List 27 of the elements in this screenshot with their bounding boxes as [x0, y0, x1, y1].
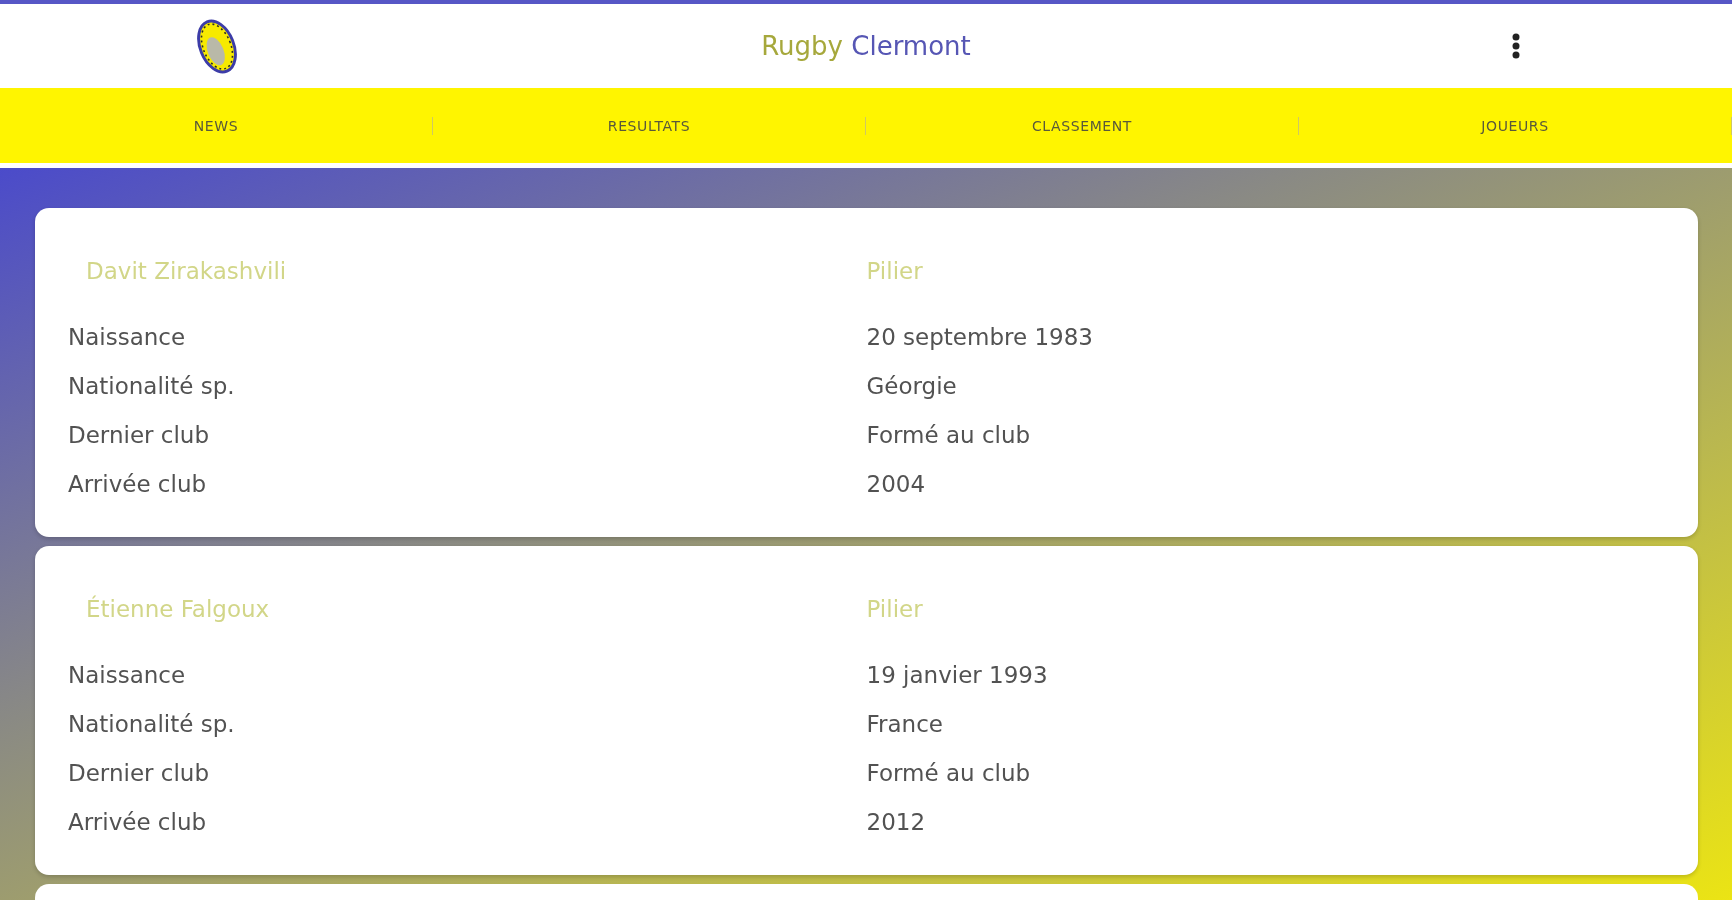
detail-label: Nationalité sp.: [68, 711, 235, 737]
nav-tab[interactable]: JOUEURS: [1299, 88, 1731, 163]
detail-value: 20 septembre 1983: [866, 324, 1093, 350]
detail-label: Naissance: [68, 662, 186, 688]
nav-tab[interactable]: NEWS: [0, 88, 432, 163]
detail-value: 2004: [866, 471, 926, 497]
player-position: Pilier: [866, 258, 923, 284]
detail-label: Dernier club: [68, 422, 209, 448]
player-name: Étienne Falgoux: [86, 596, 270, 622]
detail-value: France: [866, 711, 943, 737]
player-name: Davit Zirakashvili: [86, 258, 287, 284]
detail-value: Géorgie: [866, 373, 957, 399]
detail-value: 2012: [866, 809, 926, 835]
site-title: Rugby Clermont: [761, 31, 971, 61]
detail-label: Arrivée club: [68, 471, 207, 497]
player-position: Pilier: [866, 596, 923, 622]
detail-value: Formé au club: [866, 422, 1031, 448]
detail-label: Arrivée club: [68, 809, 207, 835]
detail-label: Nationalité sp.: [68, 373, 235, 399]
nav-tab[interactable]: RESULTATS: [433, 88, 865, 163]
more-menu-icon[interactable]: [1511, 33, 1520, 59]
nav-tab[interactable]: CLASSEMENT: [866, 88, 1298, 163]
rugby-ball-logo: [194, 17, 239, 75]
detail-value: 19 janvier 1993: [866, 662, 1048, 688]
detail-label: Naissance: [68, 324, 186, 350]
detail-value: Formé au club: [866, 760, 1031, 786]
detail-label: Dernier club: [68, 760, 209, 786]
